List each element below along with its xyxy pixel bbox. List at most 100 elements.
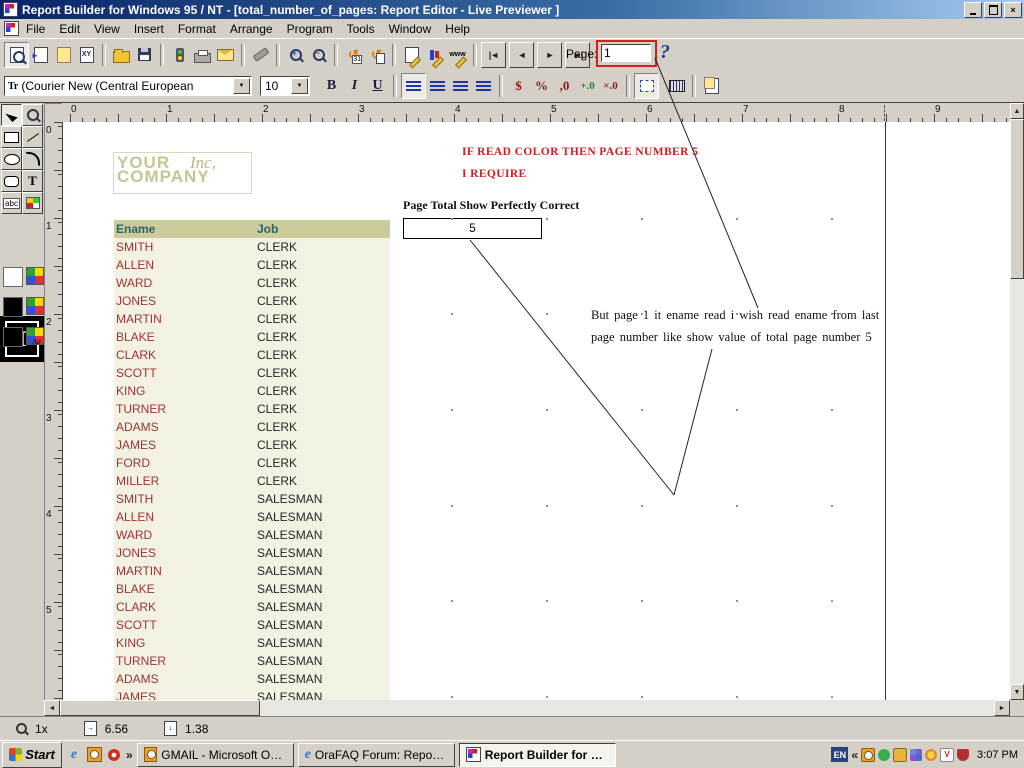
help-icon[interactable]: ? (660, 41, 670, 64)
refresh-data-icon[interactable]: ↺31 (342, 43, 365, 67)
horizontal-scrollbar[interactable]: ◄ ► (44, 700, 1010, 716)
table-row[interactable]: SMITHSALESMAN (114, 490, 390, 508)
red-note-line1[interactable]: IF READ COLOR THEN PAGE NUMBER 5 (462, 146, 698, 158)
frame-select-tool[interactable] (22, 192, 43, 214)
table-row[interactable]: MARTINSALESMAN (114, 562, 390, 580)
open-icon[interactable] (110, 43, 133, 67)
report-canvas[interactable]: YOUR COMPANY Inc, IF READ COLOR THEN PAG… (62, 122, 1011, 700)
previous-page-button[interactable]: ◄ (509, 42, 534, 68)
print-icon[interactable] (191, 43, 214, 67)
menu-edit[interactable]: Edit (52, 20, 87, 38)
annotation-line1[interactable]: But page 1 it ename read i wish read ena… (591, 308, 879, 323)
red-note-line2[interactable]: I REQUIRE (462, 168, 527, 180)
annotation-line2[interactable]: page number like show value of total pag… (591, 330, 872, 345)
task-button-outlook[interactable]: GMAIL - Microsoft Outlook (137, 743, 294, 767)
table-row[interactable]: CLARKCLERK (114, 346, 390, 364)
scroll-left-button[interactable]: ◄ (44, 700, 60, 716)
table-row[interactable]: TURNERCLERK (114, 400, 390, 418)
text-color-picker[interactable]: Aa (2, 325, 44, 353)
remove-decimal-button[interactable]: ×.0 (599, 74, 622, 98)
save-icon[interactable] (133, 43, 156, 67)
menu-view[interactable]: View (87, 20, 127, 38)
table-row[interactable]: BLAKECLERK (114, 328, 390, 346)
add-decimal-button[interactable]: +.0 (576, 74, 599, 98)
line-color-swatch[interactable] (3, 297, 23, 317)
table-row[interactable]: JONESSALESMAN (114, 544, 390, 562)
table-row[interactable]: BLAKESALESMAN (114, 580, 390, 598)
select-tool[interactable] (1, 104, 22, 126)
zoom-out-icon[interactable]: − (307, 43, 330, 67)
tray-vshield-icon[interactable]: V (940, 748, 954, 762)
data-model-icon[interactable] (52, 43, 75, 67)
quick-launch-overflow-chevron[interactable]: » (126, 748, 133, 762)
close-button[interactable]: × (1004, 2, 1022, 18)
table-row[interactable]: KINGCLERK (114, 382, 390, 400)
table-row[interactable]: ALLENCLERK (114, 256, 390, 274)
start-button[interactable]: Start (2, 742, 62, 768)
live-previewer-icon[interactable] (4, 42, 29, 68)
tray-messenger-icon[interactable] (878, 749, 890, 761)
currency-button[interactable]: $ (507, 74, 530, 98)
page-total-field[interactable]: 5 (403, 218, 542, 239)
tray-security-alert-icon[interactable] (957, 749, 969, 761)
rectangle-tool[interactable] (1, 126, 22, 148)
font-size-combo[interactable]: 10 ▼ (260, 76, 310, 96)
line-tool[interactable] (22, 126, 43, 148)
horizontal-scroll-thumb[interactable] (60, 700, 260, 716)
menu-file[interactable]: File (19, 20, 52, 38)
first-page-button[interactable]: |◄ (481, 42, 506, 68)
line-color-picker[interactable] (2, 295, 44, 323)
document-icon[interactable] (4, 21, 19, 36)
tray-folder-icon[interactable] (893, 748, 907, 762)
underline-button[interactable]: U (366, 74, 389, 98)
align-right-button[interactable] (449, 74, 472, 98)
zoom-in-icon[interactable]: + (284, 43, 307, 67)
table-row[interactable]: ALLENSALESMAN (114, 508, 390, 526)
table-row[interactable]: JAMESCLERK (114, 436, 390, 454)
fill-color-swatch[interactable] (3, 267, 23, 287)
tray-collapse-chevron[interactable]: « (851, 748, 858, 762)
align-center-button[interactable] (426, 74, 449, 98)
table-row[interactable]: JONESCLERK (114, 292, 390, 310)
company-logo[interactable]: YOUR COMPANY Inc, (113, 152, 252, 194)
magnify-tool[interactable] (22, 104, 43, 126)
next-page-button[interactable]: ► (537, 42, 562, 68)
dropdown-arrow-icon[interactable]: ▼ (291, 78, 308, 94)
table-row[interactable]: WARDSALESMAN (114, 526, 390, 544)
table-row[interactable]: KINGSALESMAN (114, 634, 390, 652)
quick-launch-clock-icon[interactable] (86, 747, 102, 763)
xy-view-icon[interactable]: XY (75, 43, 98, 67)
page-copy-icon[interactable] (700, 74, 723, 98)
tray-clock-icon[interactable] (861, 748, 875, 762)
rounded-rect-tool[interactable] (1, 170, 22, 192)
edit-chart-icon[interactable] (423, 43, 446, 67)
table-row[interactable]: SCOTTSALESMAN (114, 616, 390, 634)
font-name-combo[interactable]: Tr (Courier New (Central European ▼ (4, 76, 252, 96)
scroll-down-button[interactable]: ▼ (1010, 684, 1024, 700)
vertical-scroll-thumb[interactable] (1010, 119, 1024, 279)
table-row[interactable]: FORDCLERK (114, 454, 390, 472)
table-row[interactable]: ADAMSSALESMAN (114, 670, 390, 688)
menu-arrange[interactable]: Arrange (223, 20, 280, 38)
field-tool[interactable]: abc (1, 192, 22, 214)
menu-insert[interactable]: Insert (127, 20, 171, 38)
language-indicator[interactable]: EN (831, 747, 848, 762)
align-justify-button[interactable] (472, 74, 495, 98)
fill-color-picker[interactable] (2, 265, 44, 293)
table-row[interactable]: SMITHCLERK (114, 238, 390, 256)
scroll-up-button[interactable]: ▲ (1010, 103, 1024, 119)
menu-program[interactable]: Program (280, 20, 340, 38)
quick-launch-opera-icon[interactable] (106, 747, 122, 763)
edit-web-icon[interactable]: www (446, 43, 469, 67)
dropdown-arrow-icon[interactable]: ▼ (233, 78, 250, 94)
table-row[interactable]: TURNERSALESMAN (114, 652, 390, 670)
table-row[interactable]: WARDCLERK (114, 274, 390, 292)
restore-button[interactable] (984, 2, 1002, 18)
page-number-input[interactable] (601, 44, 651, 62)
flex-mode-button[interactable] (634, 73, 659, 99)
table-header[interactable]: Ename Job (114, 220, 390, 238)
table-row[interactable]: JAMESSALESMAN (114, 688, 390, 700)
comma-button[interactable]: ,0 (553, 74, 576, 98)
align-left-button[interactable] (401, 73, 426, 99)
quick-launch-ie-icon[interactable]: e (66, 747, 82, 763)
